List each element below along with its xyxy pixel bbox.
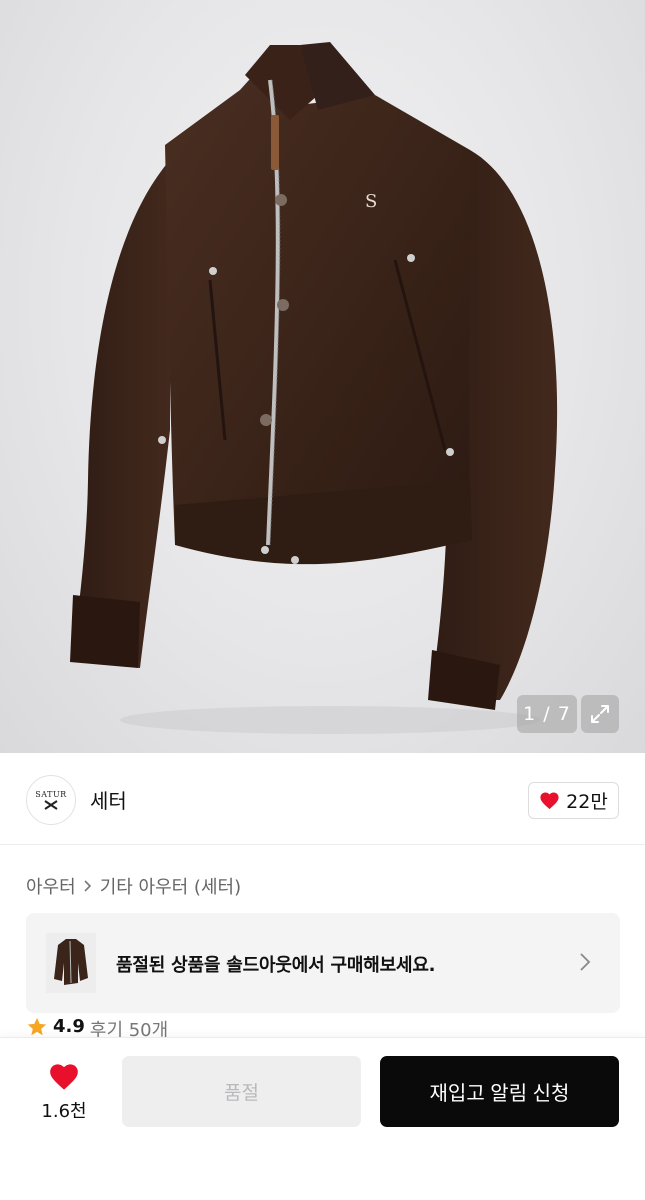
brand-like-count: 22만: [566, 791, 608, 813]
brand-like-button[interactable]: 22만: [528, 782, 619, 819]
breadcrumb-subcategory[interactable]: 기타 아우터 (세터): [100, 873, 241, 899]
image-counter: 1 / 7: [517, 695, 577, 733]
svg-text:S: S: [365, 191, 377, 212]
brand-logo[interactable]: SATUR: [26, 775, 76, 825]
brand-row: SATUR 세터 22만: [0, 753, 645, 845]
chevron-right-icon: [84, 880, 91, 892]
brand-mark-icon: [44, 799, 58, 810]
heart-icon: [50, 1064, 78, 1090]
expand-icon[interactable]: [581, 695, 619, 733]
heart-icon: [540, 792, 559, 810]
banner-product-thumbnail: [46, 933, 96, 993]
review-count: 후기 50개: [89, 1020, 169, 1038]
product-image: S: [70, 42, 558, 734]
rating-summary[interactable]: 4.9 후기 50개: [26, 1016, 168, 1038]
banner-text: 품절된 상품을 솔드아웃에서 구매해보세요.: [116, 955, 436, 976]
restock-alert-button[interactable]: 재입고 알림 신청: [380, 1056, 619, 1127]
breadcrumb: 아우터 기타 아우터 (세터): [26, 873, 241, 899]
rating-score: 4.9: [53, 1016, 85, 1037]
wishlist-count: 1.6천: [41, 1101, 87, 1122]
bottom-action-bar: 1.6천 품절 재입고 알림 신청: [0, 1037, 645, 1200]
brand-logo-text: SATUR: [35, 789, 67, 799]
wishlist-button[interactable]: 1.6천: [28, 1062, 100, 1123]
breadcrumb-category[interactable]: 아우터: [26, 873, 76, 899]
soldout-button[interactable]: 품절: [122, 1056, 361, 1127]
star-icon: [27, 1017, 47, 1036]
brand-name[interactable]: 세터: [90, 785, 127, 814]
soldout-banner[interactable]: 품절된 상품을 솔드아웃에서 구매해보세요.: [26, 913, 620, 1013]
product-image-gallery[interactable]: S 1 / 7: [0, 0, 645, 753]
chevron-right-icon: [580, 953, 591, 971]
